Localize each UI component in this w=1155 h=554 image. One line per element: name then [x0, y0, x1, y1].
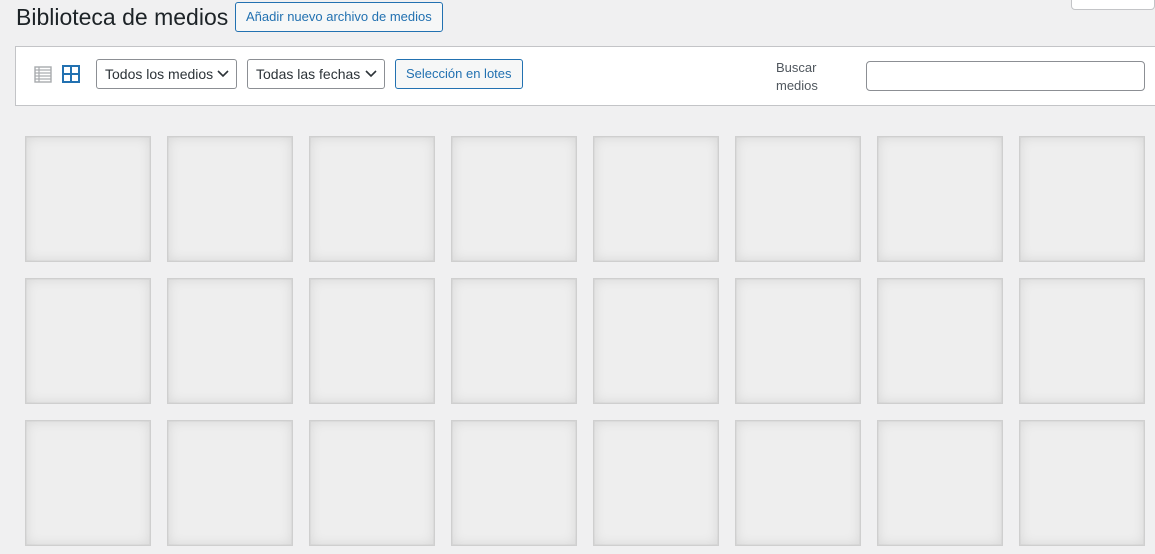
media-item-thumbnail[interactable]: [451, 420, 577, 546]
media-item-thumbnail[interactable]: [593, 136, 719, 262]
bulk-select-button[interactable]: Selección en lotes: [395, 59, 523, 89]
page-title: Biblioteca de medios: [16, 4, 229, 30]
media-item-thumbnail[interactable]: [1019, 278, 1145, 404]
media-type-filter-value: Todos los medios: [105, 66, 214, 82]
media-type-filter[interactable]: Todos los medios: [96, 59, 237, 89]
media-item-thumbnail[interactable]: [167, 420, 293, 546]
media-item-thumbnail[interactable]: [451, 136, 577, 262]
media-item-thumbnail[interactable]: [25, 420, 151, 546]
media-item-thumbnail[interactable]: [877, 136, 1003, 262]
search-label: Buscar medios: [776, 60, 818, 93]
chevron-down-icon: [365, 70, 377, 78]
media-item-thumbnail[interactable]: [593, 278, 719, 404]
media-item-thumbnail[interactable]: [451, 278, 577, 404]
list-view-icon[interactable]: [33, 64, 53, 84]
media-item-thumbnail[interactable]: [1019, 420, 1145, 546]
media-item-thumbnail[interactable]: [735, 278, 861, 404]
media-item-thumbnail[interactable]: [309, 136, 435, 262]
media-item-thumbnail[interactable]: [877, 278, 1003, 404]
media-item-thumbnail[interactable]: [309, 420, 435, 546]
date-filter[interactable]: Todas las fechas: [247, 59, 385, 89]
media-item-thumbnail[interactable]: [593, 420, 719, 546]
view-switch: [33, 64, 81, 84]
screen-options-tab[interactable]: [1071, 0, 1155, 10]
media-item-thumbnail[interactable]: [1019, 136, 1145, 262]
add-new-media-button[interactable]: Añadir nuevo archivo de medios: [235, 2, 443, 32]
media-item-thumbnail[interactable]: [735, 420, 861, 546]
media-item-thumbnail[interactable]: [167, 136, 293, 262]
search-input[interactable]: [866, 61, 1145, 91]
media-toolbar: Todos los medios Todas las fechas Selecc…: [15, 46, 1155, 106]
chevron-down-icon: [217, 70, 229, 78]
media-item-thumbnail[interactable]: [25, 136, 151, 262]
media-item-thumbnail[interactable]: [309, 278, 435, 404]
media-item-thumbnail[interactable]: [735, 136, 861, 262]
media-item-thumbnail[interactable]: [877, 420, 1003, 546]
grid-view-icon[interactable]: [61, 64, 81, 84]
media-grid: [25, 136, 1145, 546]
media-item-thumbnail[interactable]: [167, 278, 293, 404]
date-filter-value: Todas las fechas: [256, 66, 361, 82]
media-item-thumbnail[interactable]: [25, 278, 151, 404]
